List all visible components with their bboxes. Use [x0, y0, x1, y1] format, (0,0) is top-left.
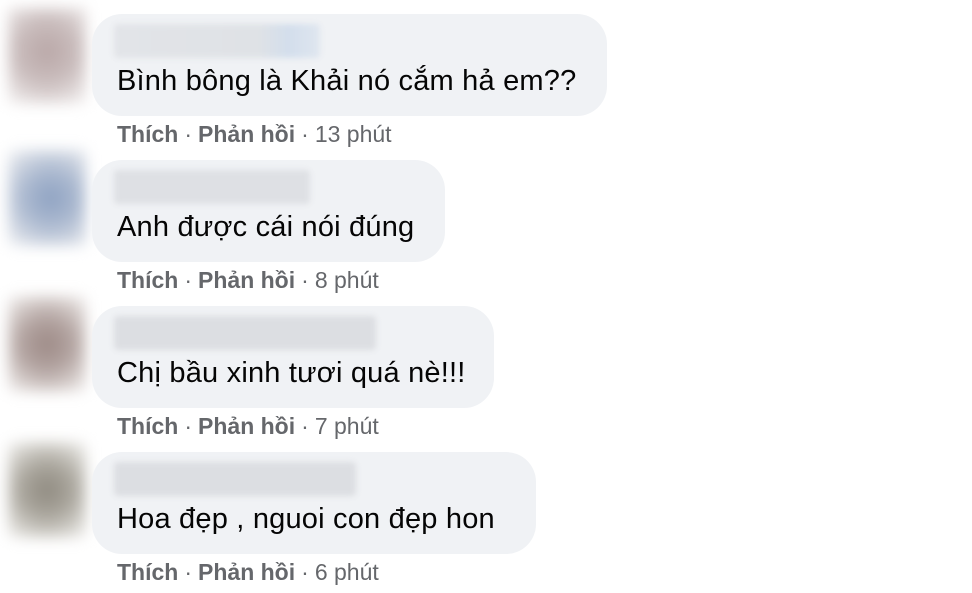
like-button[interactable]: Thích: [117, 413, 178, 439]
separator-dot: ·: [301, 121, 309, 147]
comment-text: Hoa đẹp , nguoi con đẹp hon: [117, 503, 495, 535]
commenter-name-blurred[interactable]: [114, 170, 310, 204]
comment-actions: Thích · Phản hồi · 8 phút: [117, 266, 379, 294]
comment-actions: Thích · Phản hồi · 13 phút: [117, 120, 392, 148]
comment-text: Chị bầu xinh tươi quá nè!!!: [117, 357, 466, 389]
avatar[interactable]: [8, 296, 86, 392]
like-button[interactable]: Thích: [117, 559, 178, 585]
comment-timestamp[interactable]: 13 phút: [315, 121, 392, 147]
comment-bubble: Bình bông là Khải nó cắm hả em??: [92, 14, 607, 116]
comment-text: Bình bông là Khải nó cắm hả em??: [117, 65, 577, 97]
reply-button[interactable]: Phản hồi: [198, 559, 295, 585]
reply-button[interactable]: Phản hồi: [198, 413, 295, 439]
separator-dot: ·: [301, 267, 309, 293]
reply-button[interactable]: Phản hồi: [198, 121, 295, 147]
comment-actions: Thích · Phản hồi · 7 phút: [117, 412, 379, 440]
comment-bubble: Anh được cái nói đúng: [92, 160, 445, 262]
reply-button[interactable]: Phản hồi: [198, 267, 295, 293]
like-button[interactable]: Thích: [117, 267, 178, 293]
comment-timestamp[interactable]: 6 phút: [315, 559, 379, 585]
avatar[interactable]: [8, 442, 86, 538]
comment-bubble: Chị bầu xinh tươi quá nè!!!: [92, 306, 494, 408]
comment-actions: Thích · Phản hồi · 6 phút: [117, 558, 379, 586]
comment-bubble: Hoa đẹp , nguoi con đẹp hon: [92, 452, 536, 554]
separator-dot: ·: [184, 559, 193, 585]
separator-dot: ·: [301, 559, 309, 585]
separator-dot: ·: [184, 121, 193, 147]
separator-dot: ·: [184, 267, 193, 293]
comment-timestamp[interactable]: 8 phút: [315, 267, 379, 293]
avatar[interactable]: [8, 8, 86, 104]
like-button[interactable]: Thích: [117, 121, 178, 147]
separator-dot: ·: [301, 413, 309, 439]
comment-timestamp[interactable]: 7 phút: [315, 413, 379, 439]
comment-text: Anh được cái nói đúng: [117, 211, 415, 243]
commenter-name-blurred[interactable]: [114, 316, 376, 350]
separator-dot: ·: [184, 413, 193, 439]
commenter-name-blurred[interactable]: [114, 462, 356, 496]
commenter-name-blurred[interactable]: [114, 24, 320, 58]
comment-thread: Bình bông là Khải nó cắm hả em?? Thích · P…: [0, 0, 972, 593]
avatar[interactable]: [8, 150, 86, 246]
